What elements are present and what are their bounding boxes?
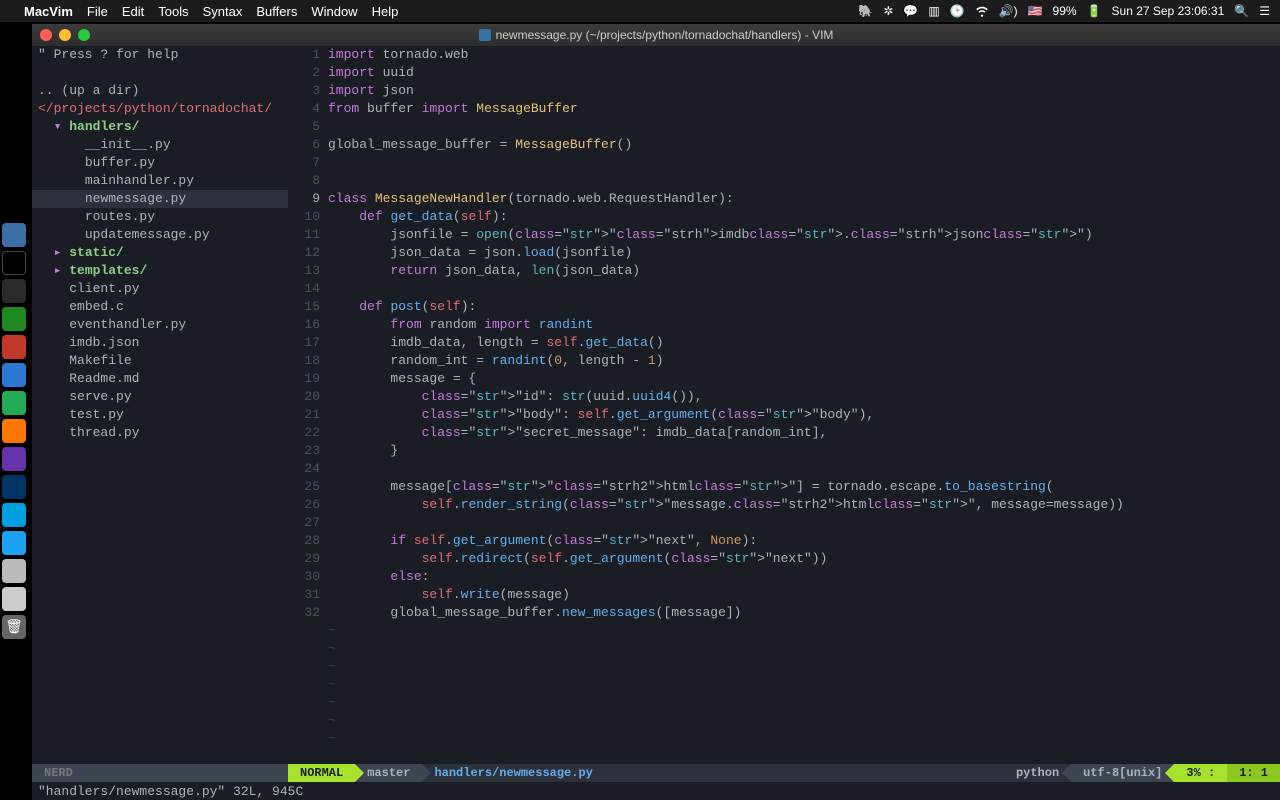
airline-encoding: utf-8[unix] [1071, 764, 1174, 782]
window-minimize-button[interactable] [59, 29, 71, 41]
dock-app-icon[interactable] [2, 335, 26, 359]
airline-nerd-label: NERD [32, 764, 288, 782]
dock-document-icon[interactable] [2, 587, 26, 611]
code-source[interactable]: import tornado.webimport uuidimport json… [328, 46, 1280, 764]
airline-mode: NORMAL [288, 764, 355, 782]
airline-filetype: python [1004, 764, 1071, 782]
macos-menubar: MacVim File Edit Tools Syntax Buffers Wi… [0, 0, 1280, 22]
menu-help[interactable]: Help [372, 4, 399, 19]
dock-app-icon[interactable] [2, 363, 26, 387]
clock[interactable]: Sun 27 Sep 23:06:31 [1112, 4, 1225, 18]
line-gutter: 1234567891011121314151617181920212223242… [288, 46, 328, 764]
dock-trash-icon[interactable]: 🗑 [2, 615, 26, 639]
menu-file[interactable]: File [87, 4, 108, 19]
code-pane[interactable]: 1234567891011121314151617181920212223242… [288, 46, 1280, 764]
timemachine-icon[interactable]: 🕑 [950, 4, 965, 18]
app-name[interactable]: MacVim [24, 4, 73, 19]
dock: 🗑 [2, 220, 30, 642]
messages-icon[interactable]: 💬 [903, 4, 918, 18]
airline-percent: 3% : [1174, 764, 1227, 782]
window-title: newmessage.py (~/projects/python/tornado… [496, 28, 834, 42]
status-icon[interactable]: ✲ [883, 4, 893, 18]
dock-skype-icon[interactable] [2, 503, 26, 527]
menu-extra-icon[interactable]: ▥ [928, 4, 939, 18]
dock-slack-icon[interactable] [2, 447, 26, 471]
notification-center-icon[interactable]: ☰ [1259, 4, 1270, 18]
evernote-icon[interactable]: 🐘 [858, 4, 873, 18]
battery-percent: 99% [1053, 4, 1077, 18]
volume-icon[interactable]: 🔊) [999, 4, 1018, 18]
nerdtree-pane[interactable]: " Press ? for help .. (up a dir)</projec… [32, 46, 288, 764]
dock-firefox-icon[interactable] [2, 419, 26, 443]
dock-app-icon[interactable] [2, 279, 26, 303]
dock-document-icon[interactable] [2, 559, 26, 583]
dock-macvim-icon[interactable] [2, 307, 26, 331]
airline-statusbar: NERD NORMAL master handlers/newmessage.p… [32, 764, 1280, 782]
wifi-icon[interactable] [975, 4, 989, 18]
menu-window[interactable]: Window [311, 4, 357, 19]
python-file-icon [479, 29, 491, 41]
window-titlebar[interactable]: newmessage.py (~/projects/python/tornado… [32, 24, 1280, 46]
battery-icon[interactable]: 🔋 [1087, 4, 1102, 18]
window-close-button[interactable] [40, 29, 52, 41]
dock-terminal-icon[interactable] [2, 251, 26, 275]
menu-edit[interactable]: Edit [122, 4, 144, 19]
menu-tools[interactable]: Tools [158, 4, 188, 19]
window-maximize-button[interactable] [78, 29, 90, 41]
dock-app-icon[interactable] [2, 475, 26, 499]
macvim-window: newmessage.py (~/projects/python/tornado… [32, 24, 1280, 800]
spotlight-icon[interactable]: 🔍 [1234, 4, 1249, 18]
airline-position: 1: 1 [1227, 764, 1280, 782]
airline-filename: handlers/newmessage.py [422, 764, 604, 782]
airline-branch: master [355, 764, 422, 782]
dock-twitter-icon[interactable] [2, 531, 26, 555]
vim-command-line[interactable]: "handlers/newmessage.py" 32L, 945C [32, 782, 1280, 800]
menu-syntax[interactable]: Syntax [203, 4, 243, 19]
menu-buffers[interactable]: Buffers [256, 4, 297, 19]
dock-finder-icon[interactable] [2, 223, 26, 247]
flag-icon[interactable]: 🇺🇸 [1028, 4, 1043, 18]
dock-app-icon[interactable] [2, 391, 26, 415]
